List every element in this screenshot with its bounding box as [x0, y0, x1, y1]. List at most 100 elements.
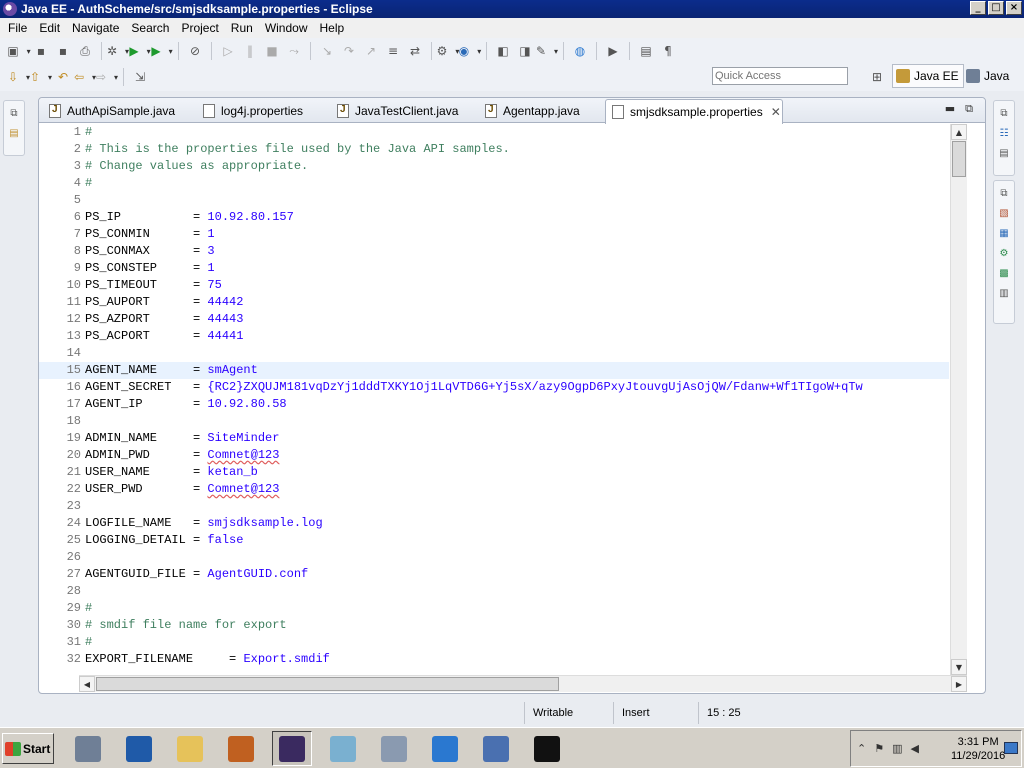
code-line[interactable]: 30 # smdif file name for export	[39, 617, 949, 634]
code-line[interactable]: 12 PS_AZPORT = 44443	[39, 311, 949, 328]
last-edit-location-icon[interactable]: ↶	[55, 69, 71, 85]
taskbar-app-button[interactable]	[119, 731, 159, 766]
task-list-icon[interactable]: ▤	[997, 147, 1011, 161]
tab-smjsdksample[interactable]: smjsdksample.properties ✕	[605, 99, 783, 124]
search-icon[interactable]: ✎	[536, 43, 555, 59]
code-line[interactable]: 27 AGENTGUID_FILE = AgentGUID.conf	[39, 566, 949, 583]
vertical-scrollbar[interactable]: ▲ ▼	[950, 124, 967, 675]
code-editor[interactable]: 1 #2 # This is the properties file used by…	[39, 124, 949, 672]
close-button[interactable]: ×	[1006, 1, 1022, 15]
taskbar-app-button[interactable]	[170, 731, 210, 766]
code-line[interactable]: 20 ADMIN_PWD = Comnet@123	[39, 447, 949, 464]
open-resource-icon[interactable]: ◨	[517, 43, 533, 59]
close-tab-icon[interactable]: ✕	[771, 105, 781, 119]
code-line[interactable]: 25 LOGGING_DETAIL = false	[39, 532, 949, 549]
open-perspective-icon[interactable]: ⊞	[869, 69, 885, 85]
debug-icon[interactable]: ✲	[107, 43, 126, 59]
show-desktop-icon[interactable]	[1004, 742, 1018, 754]
scroll-down-icon[interactable]: ▼	[951, 659, 967, 675]
run-icon[interactable]: ▶	[129, 43, 148, 59]
menu-project[interactable]: Project	[175, 21, 224, 35]
code-line[interactable]: 29 #	[39, 600, 949, 617]
vertical-scroll-thumb[interactable]	[952, 141, 966, 177]
show-hidden-icons-icon[interactable]: ⌃	[857, 742, 866, 755]
tab-log4j[interactable]: log4j.properties	[197, 99, 333, 122]
suspend-icon[interactable]: ‖	[242, 43, 258, 59]
start-button[interactable]: Start	[2, 733, 54, 764]
properties-icon[interactable]: ▦	[997, 227, 1011, 241]
previous-annotation-icon[interactable]: ⇧	[30, 69, 49, 85]
toggle-mark-occurrences-icon[interactable]: ▤	[638, 43, 654, 59]
network-tray-icon[interactable]: ▥	[892, 742, 902, 755]
step-return-icon[interactable]: ↗	[363, 43, 379, 59]
maximize-editor-icon[interactable]: ⧉	[965, 102, 973, 116]
clock[interactable]: 3:31 PM 11/29/2016	[951, 735, 1005, 763]
taskbar-app-button[interactable]	[374, 731, 414, 766]
taskbar-app-button[interactable]	[272, 731, 312, 766]
code-line[interactable]: 10 PS_TIMEOUT = 75	[39, 277, 949, 294]
servers-icon[interactable]: ⚙	[997, 247, 1011, 261]
volume-muted-icon[interactable]: ◀	[911, 742, 919, 755]
perspective-java[interactable]: Java	[963, 64, 1009, 88]
back-icon[interactable]: ⇦	[74, 69, 93, 85]
scroll-right-icon[interactable]: ▶	[951, 676, 967, 692]
code-line[interactable]: 4 #	[39, 175, 949, 192]
code-line[interactable]: 23	[39, 498, 949, 515]
code-line[interactable]: 18	[39, 413, 949, 430]
skip-breakpoints-icon[interactable]: ⊘	[187, 43, 203, 59]
code-line[interactable]: 19 ADMIN_NAME = SiteMinder	[39, 430, 949, 447]
menu-help[interactable]: Help	[314, 21, 351, 35]
code-line[interactable]: 22 USER_PWD = Comnet@123	[39, 481, 949, 498]
web-browser-icon[interactable]: ◍	[572, 43, 588, 59]
action-center-flag-icon[interactable]: ⚑	[874, 742, 884, 755]
pin-editor-icon[interactable]: ⇲	[132, 69, 148, 85]
perspective-javaee[interactable]: Java EE	[892, 64, 964, 88]
menu-navigate[interactable]: Navigate	[66, 21, 125, 35]
code-line[interactable]: 26	[39, 549, 949, 566]
outline-icon[interactable]: ☷	[997, 127, 1011, 141]
use-step-filters-icon[interactable]: ⇄	[407, 43, 423, 59]
code-line[interactable]: 28	[39, 583, 949, 600]
taskbar-app-button[interactable]	[323, 731, 363, 766]
code-line[interactable]: 5	[39, 192, 949, 209]
restore-icon[interactable]: ⧉	[997, 187, 1011, 201]
taskbar-app-button[interactable]	[221, 731, 261, 766]
minimize-editor-icon[interactable]: ▬	[945, 102, 955, 116]
scroll-up-icon[interactable]: ▲	[951, 124, 967, 140]
project-explorer-icon[interactable]: ▤	[7, 127, 21, 141]
data-source-explorer-icon[interactable]: ▩	[997, 267, 1011, 281]
next-annotation-icon[interactable]: ⇩	[8, 69, 27, 85]
resume-icon[interactable]: ▷	[220, 43, 236, 59]
run-last-tool-icon[interactable]: ▶	[605, 43, 621, 59]
terminate-icon[interactable]: ■	[264, 43, 280, 59]
code-line[interactable]: 11 PS_AUPORT = 44442	[39, 294, 949, 311]
menu-file[interactable]: File	[2, 21, 33, 35]
open-type-icon[interactable]: ◧	[495, 43, 511, 59]
print-icon[interactable]: ⎙	[77, 43, 93, 59]
taskbar-app-button[interactable]	[527, 731, 567, 766]
forward-icon[interactable]: ⇨	[96, 69, 115, 85]
restore-icon[interactable]: ⧉	[7, 107, 21, 121]
code-line[interactable]: 16 AGENT_SECRET = {RC2}ZXQUJM181vqDzYj1dd…	[39, 379, 949, 396]
save-all-icon[interactable]: ▪	[55, 43, 71, 59]
taskbar-app-button[interactable]	[425, 731, 465, 766]
new-server-icon[interactable]: ⚙	[437, 43, 456, 59]
restore-icon[interactable]: ⧉	[997, 107, 1011, 121]
code-line[interactable]: 15 AGENT_NAME = smAgent	[39, 362, 949, 379]
minimize-button[interactable]: _	[970, 1, 986, 15]
snippets-icon[interactable]: ▥	[997, 287, 1011, 301]
drop-to-frame-icon[interactable]: ≡	[385, 43, 401, 59]
horizontal-scroll-thumb[interactable]	[96, 677, 559, 691]
show-whitespace-icon[interactable]: ¶	[660, 43, 676, 59]
disconnect-icon[interactable]: ⤳	[286, 43, 302, 59]
code-line[interactable]: 3 # Change values as appropriate.	[39, 158, 949, 175]
code-line[interactable]: 9 PS_CONSTEP = 1	[39, 260, 949, 277]
step-over-icon[interactable]: ↷	[341, 43, 357, 59]
code-line[interactable]: 8 PS_CONMAX = 3	[39, 243, 949, 260]
tab-authapisample[interactable]: AuthApiSample.java	[43, 99, 193, 122]
menu-search[interactable]: Search	[125, 21, 175, 35]
horizontal-scrollbar[interactable]: ◀ ▶	[79, 675, 967, 692]
scroll-left-icon[interactable]: ◀	[79, 676, 95, 692]
new-class-icon[interactable]: ◉	[459, 43, 478, 59]
markers-icon[interactable]: ▧	[997, 207, 1011, 221]
